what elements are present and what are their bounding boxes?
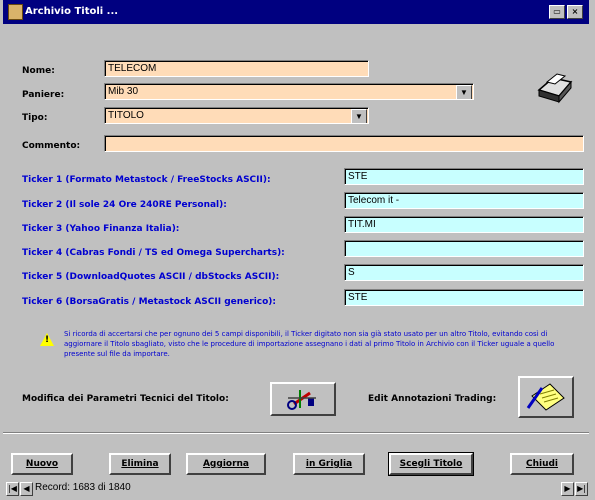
last-record-icon[interactable]: ▶| <box>575 482 588 496</box>
ticker-1-label: Ticker 1 (Formato Metastock / FreeStocks… <box>22 175 271 185</box>
prev-record-icon[interactable]: ◀ <box>20 482 33 496</box>
ticker-6-label: Ticker 6 (BorsaGratis / Metastock ASCII … <box>22 297 277 307</box>
chevron-down-icon[interactable]: ▼ <box>456 85 472 99</box>
separator <box>3 432 589 434</box>
annotations-label: Edit Annotazioni Trading: <box>368 394 497 404</box>
ticker-3-field[interactable]: TIT.MI <box>344 216 584 233</box>
ticker-4-label: Ticker 4 (Cabras Fondi / TS ed Omega Sup… <box>22 248 285 258</box>
commento-field[interactable] <box>104 135 584 152</box>
note-pencil-icon <box>526 383 565 411</box>
ticker-6-field[interactable]: STE <box>344 289 584 306</box>
close-button[interactable]: × <box>567 5 583 19</box>
ticker-2-label: Ticker 2 (Il sole 24 Ore 240RE Personal)… <box>22 200 227 210</box>
ticker-1-field[interactable]: STE <box>344 168 584 185</box>
nome-field[interactable]: TELECOM <box>104 60 369 77</box>
record-navigator: |◀ ◀ Record: 1683 di 1840 ▶ ▶| <box>3 481 589 497</box>
paniere-select[interactable]: Mib 30 ▼ <box>104 83 474 100</box>
aggiorna-button[interactable]: Aggiorna <box>186 453 266 475</box>
ticker-5-label: Ticker 5 (DownloadQuotes ASCII / dbStock… <box>22 272 280 282</box>
scegli-titolo-button[interactable]: Scegli Titolo <box>388 452 474 476</box>
tipo-label: Tipo: <box>22 113 48 123</box>
nome-label: Nome: <box>22 66 55 76</box>
nuovo-button[interactable]: Nuovo <box>11 453 73 475</box>
commento-label: Commento: <box>22 141 81 151</box>
in-griglia-button[interactable]: in Griglia <box>293 453 365 475</box>
tech-params-label: Modifica dei Parametri Tecnici del Titol… <box>22 394 229 404</box>
ticker-2-field[interactable]: Telecom it - <box>344 192 584 209</box>
tech-params-button[interactable] <box>270 382 336 416</box>
restore-button[interactable]: ▭ <box>549 5 565 19</box>
ticker-4-field[interactable] <box>344 240 584 257</box>
next-record-icon[interactable]: ▶ <box>561 482 574 496</box>
paniere-label: Paniere: <box>22 90 65 100</box>
tipo-value: TITOLO <box>108 110 144 121</box>
tipo-select[interactable]: TITOLO ▼ <box>104 107 369 124</box>
record-counter: Record: 1683 di 1840 <box>35 482 131 493</box>
app-icon <box>8 4 23 20</box>
chiudi-button[interactable]: Chiudi <box>510 453 574 475</box>
annotations-button[interactable] <box>518 376 574 418</box>
title-bar: Archivio Titoli ... ▭ × <box>3 0 589 24</box>
elimina-button[interactable]: Elimina <box>109 453 171 475</box>
warning-icon: ! <box>40 333 54 346</box>
ticker-5-field[interactable]: S <box>344 264 584 281</box>
warning-text: Si ricorda di accertarsi che per ognuno … <box>64 330 555 358</box>
printer-icon[interactable] <box>533 72 575 106</box>
ticker-3-label: Ticker 3 (Yahoo Finanza Italia): <box>22 224 180 234</box>
tools-icon <box>287 390 316 410</box>
first-record-icon[interactable]: |◀ <box>6 482 19 496</box>
chevron-down-icon[interactable]: ▼ <box>351 109 367 123</box>
paniere-value: Mib 30 <box>108 86 139 97</box>
window-title: Archivio Titoli ... <box>25 6 119 17</box>
